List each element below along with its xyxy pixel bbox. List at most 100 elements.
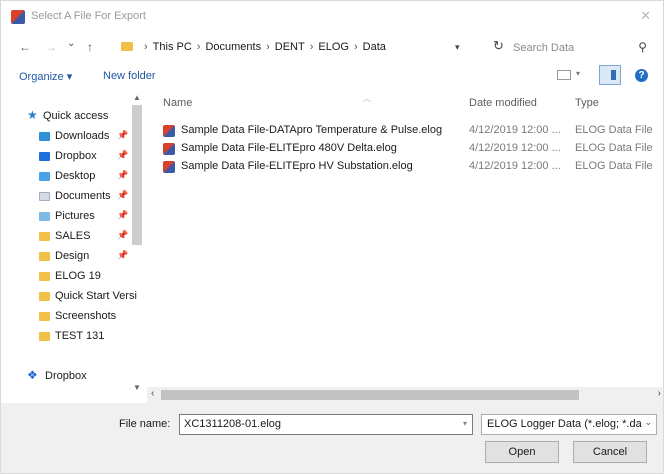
desktop-icon (39, 172, 50, 181)
column-header-type[interactable]: Type (575, 97, 599, 109)
file-row[interactable]: Sample Data File-DATApro Temperature & P… (161, 122, 663, 140)
chevron-down-icon[interactable]: ▾ (463, 419, 467, 428)
app-logo-icon (11, 10, 25, 24)
chevron-down-icon[interactable]: ⌄ (642, 417, 652, 428)
sidebar-item-pictures[interactable]: Pictures 📌 (1, 207, 129, 227)
sidebar-item-downloads[interactable]: Downloads 📌 (1, 127, 129, 147)
pin-icon: 📌 (117, 230, 129, 240)
sort-indicator-icon: ︿ (363, 94, 371, 103)
file-name-field[interactable]: XC1311208-01.elog ▾ (179, 414, 473, 435)
sidebar-item-label: Screenshots (55, 310, 117, 322)
dropbox-icon: ❖ (27, 368, 38, 382)
elog-file-icon (163, 161, 175, 173)
scrollbar-thumb[interactable] (132, 105, 142, 245)
pictures-icon (39, 212, 50, 221)
elog-file-icon (163, 143, 175, 155)
sidebar-item-elog-19[interactable]: ELOG 19 (1, 267, 129, 287)
column-header-name[interactable]: Name (163, 97, 192, 109)
file-type-select[interactable]: ELOG Logger Data (*.elog; *.dat ⌄ (481, 414, 657, 435)
chevron-right-icon[interactable]: › (658, 388, 661, 399)
pin-icon: 📌 (117, 190, 129, 200)
cancel-button[interactable]: Cancel (573, 441, 647, 463)
chevron-right-icon: › (353, 41, 358, 53)
file-type: ELOG Data File (575, 142, 653, 154)
forward-arrow-icon[interactable]: → (45, 40, 57, 54)
help-icon[interactable]: ? (635, 69, 648, 82)
breadcrumb-item-dent[interactable]: DENT (275, 41, 305, 53)
sidebar-item-screenshots[interactable]: Screenshots (1, 307, 129, 327)
back-arrow-icon[interactable]: ← (19, 40, 31, 54)
folder-icon (39, 292, 50, 301)
sidebar-item-label: Downloads (55, 130, 110, 142)
file-type-value: ELOG Logger Data (*.elog; *.dat (487, 418, 645, 430)
refresh-icon[interactable]: ↻ (493, 38, 504, 54)
sidebar-item-documents[interactable]: Documents 📌 (1, 187, 129, 207)
sidebar-item-label: SALES (55, 230, 91, 242)
close-icon[interactable]: ✕ (640, 8, 651, 24)
sidebar-item-test-131[interactable]: TEST 131 (1, 327, 129, 347)
view-options-icon[interactable] (557, 70, 571, 80)
file-export-dialog: Select A File For Export ✕ ← → ⌄ ↑ › This… (0, 0, 664, 474)
up-arrow-icon[interactable]: ↑ (87, 40, 93, 54)
pin-icon: 📌 (117, 150, 129, 160)
navigation-bar: ← → ⌄ ↑ › This PC › Documents › DENT › ELOG › Dat… (1, 33, 663, 61)
sidebar-item-desktop[interactable]: Desktop 📌 (1, 167, 129, 187)
sidebar-item-label: Dropbox (55, 150, 97, 162)
file-name-label: File name: (119, 418, 171, 430)
sidebar-item-sales[interactable]: SALES 📌 (1, 227, 129, 247)
file-row[interactable]: Sample Data File-ELITEpro 480V Delta.elo… (161, 140, 663, 158)
search-placeholder: Search Data (513, 42, 575, 54)
column-header-date[interactable]: Date modified (469, 97, 537, 109)
chevron-right-icon: › (196, 41, 201, 53)
file-type: ELOG Data File (575, 160, 653, 172)
file-name: Sample Data File-DATApro Temperature & P… (181, 124, 443, 136)
sidebar-item-dropbox-root[interactable]: ❖ Dropbox (1, 367, 129, 387)
elog-file-icon (163, 125, 175, 137)
folder-icon (39, 232, 50, 241)
chevron-down-icon[interactable]: ▼ (133, 383, 141, 392)
window-title: Select A File For Export (31, 10, 146, 22)
file-list: ︿ Name Date modified Type Sample Data Fi… (153, 91, 663, 387)
chevron-down-icon[interactable]: ▾ (576, 69, 580, 78)
scrollbar-thumb[interactable] (161, 390, 579, 400)
file-date: 4/12/2019 12:00 ... (469, 124, 561, 136)
sidebar-item-label: Desktop (55, 170, 96, 182)
folder-icon (39, 332, 50, 341)
sidebar-item-quick-start[interactable]: Quick Start Versi (1, 287, 137, 307)
address-bar[interactable]: › This PC › Documents › DENT › ELOG › Data ▾ (121, 37, 475, 59)
sidebar-item-label: Dropbox (45, 370, 87, 382)
star-icon: ★ (27, 108, 38, 122)
chevron-right-icon: › (266, 41, 270, 53)
open-button[interactable]: Open (485, 441, 559, 463)
pin-icon: 📌 (117, 170, 129, 180)
breadcrumb-item-data[interactable]: Data (363, 41, 386, 53)
chevron-left-icon[interactable]: ‹ (151, 388, 154, 399)
sidebar-scrollbar[interactable]: ▲ ▼ (129, 91, 145, 395)
dialog-footer: File name: XC1311208-01.elog ▾ ELOG Logg… (1, 403, 663, 473)
breadcrumb-item-elog[interactable]: ELOG (318, 41, 349, 53)
sidebar-item-label: Quick Start Versi (55, 290, 137, 302)
chevron-up-icon[interactable]: ▲ (133, 93, 141, 102)
breadcrumb-item-documents[interactable]: Documents (205, 41, 261, 53)
sidebar-item-design[interactable]: Design 📌 (1, 247, 129, 267)
new-folder-button[interactable]: New folder (103, 70, 156, 82)
sidebar-item-dropbox[interactable]: Dropbox 📌 (1, 147, 129, 167)
chevron-right-icon: › (309, 41, 314, 53)
file-type: ELOG Data File (575, 124, 653, 136)
file-row[interactable]: Sample Data File-ELITEpro HV Substation.… (161, 158, 663, 176)
chevron-right-icon: › (144, 41, 148, 53)
folder-icon (39, 272, 50, 281)
pin-icon: 📌 (117, 210, 129, 220)
search-input[interactable]: Search Data ⚲ (507, 37, 657, 59)
navigation-pane: ★ Quick access Downloads 📌 Dropbox 📌 Des… (1, 91, 147, 395)
organize-button[interactable]: Organize ▾ (19, 70, 72, 83)
chevron-down-icon[interactable]: ▾ (455, 42, 460, 53)
sidebar-item-quick-access[interactable]: ★ Quick access (1, 107, 129, 127)
pin-icon: 📌 (117, 250, 129, 260)
recent-locations-icon[interactable]: ⌄ (67, 38, 75, 49)
preview-pane-icon[interactable] (599, 65, 621, 85)
breadcrumb-item-this-pc[interactable]: This PC (153, 41, 192, 53)
horizontal-scrollbar[interactable]: ‹ › (147, 387, 663, 403)
sidebar-item-label: ELOG 19 (55, 270, 101, 282)
file-name-value: XC1311208-01.elog (184, 418, 282, 430)
